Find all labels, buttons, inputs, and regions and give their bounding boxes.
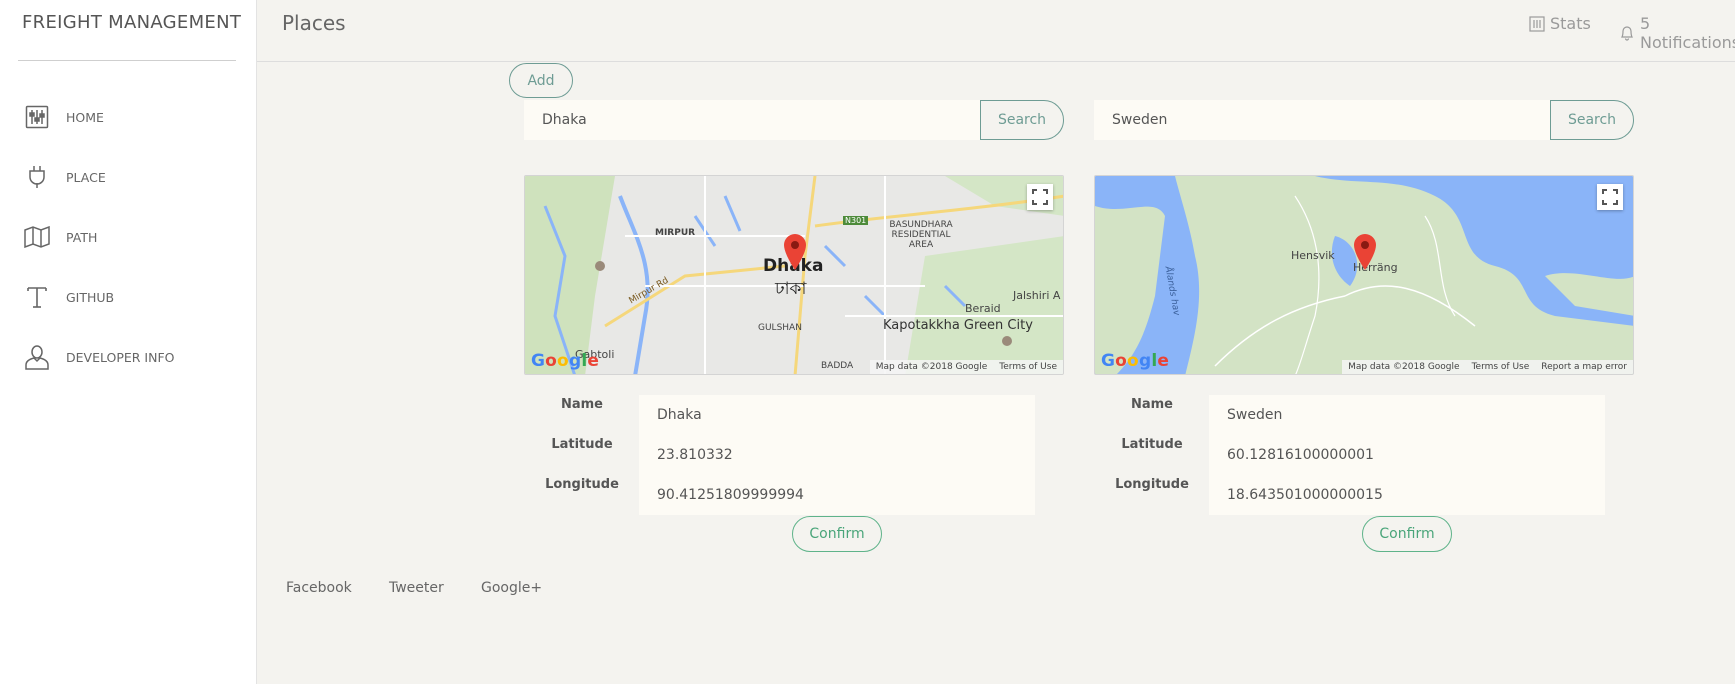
confirm-button[interactable]: Confirm bbox=[1362, 516, 1452, 552]
sidebar-item-label: PATH bbox=[66, 229, 98, 245]
terms-link[interactable]: Terms of Use bbox=[999, 362, 1057, 372]
map-label: MIRPUR bbox=[655, 228, 696, 238]
sidebar-item-developer-info[interactable]: DEVELOPER INFO bbox=[24, 340, 175, 374]
map-label: ঢাকা bbox=[775, 279, 807, 299]
plug-icon bbox=[24, 164, 50, 190]
name-field[interactable]: Dhaka bbox=[639, 395, 1035, 435]
name-field[interactable]: Sweden bbox=[1209, 395, 1605, 435]
longitude-label: Longitude bbox=[1115, 477, 1189, 492]
bell-icon bbox=[1619, 25, 1635, 41]
map-attribution: Map data ©2018 Google Terms of Use bbox=[869, 360, 1063, 374]
map-label: Jalshiri A bbox=[1013, 289, 1061, 302]
longitude-field[interactable]: 90.41251809999994 bbox=[639, 475, 1035, 515]
sidebar-item-path[interactable]: PATH bbox=[24, 220, 97, 254]
latitude-field[interactable]: 60.12816100000001 bbox=[1209, 435, 1605, 475]
search-bar-1: Search bbox=[524, 100, 1064, 140]
map-icon bbox=[24, 224, 50, 250]
map-label: Kapotakkha Green City bbox=[883, 318, 1033, 333]
latitude-label: Latitude bbox=[1121, 437, 1183, 452]
google-logo: Google bbox=[531, 351, 600, 371]
search-button[interactable]: Search bbox=[980, 100, 1064, 140]
sidebar-item-github[interactable]: GITHUB bbox=[24, 280, 114, 314]
fullscreen-icon bbox=[1032, 189, 1048, 205]
text-icon bbox=[24, 284, 50, 310]
fullscreen-button[interactable] bbox=[1597, 184, 1623, 210]
terms-link[interactable]: Terms of Use bbox=[1472, 362, 1530, 372]
footer-link-tweeter[interactable]: Tweeter bbox=[389, 580, 444, 596]
latitude-field[interactable]: 23.810332 bbox=[639, 435, 1035, 475]
sidebar: FREIGHT MANAGEMENT HOME PLACE PATH GITHU… bbox=[0, 0, 257, 684]
name-label: Name bbox=[560, 397, 603, 412]
sliders-icon bbox=[24, 104, 50, 130]
top-bar: Places Stats 5 Notifications bbox=[257, 0, 1735, 62]
main-content: Places Stats 5 Notifications Add Searc bbox=[257, 0, 1735, 684]
longitude-label: Longitude bbox=[545, 477, 619, 492]
google-logo: Google bbox=[1101, 351, 1170, 371]
search-bar-2: Search bbox=[1094, 100, 1634, 140]
stats-link[interactable]: Stats bbox=[1529, 14, 1591, 33]
user-icon bbox=[24, 344, 50, 370]
search-input[interactable] bbox=[524, 100, 980, 140]
sidebar-item-home[interactable]: HOME bbox=[24, 100, 104, 134]
sidebar-item-label: GITHUB bbox=[66, 289, 115, 305]
sidebar-item-label: DEVELOPER INFO bbox=[66, 349, 175, 365]
map-attribution: Map data ©2018 Google Terms of Use Repor… bbox=[1342, 360, 1633, 374]
name-label: Name bbox=[1130, 397, 1173, 412]
stats-label: Stats bbox=[1550, 14, 1591, 33]
longitude-field[interactable]: 18.643501000000015 bbox=[1209, 475, 1605, 515]
stats-icon bbox=[1529, 15, 1545, 32]
page-title: Places bbox=[282, 11, 346, 35]
map-dhaka[interactable]: MIRPUR Dhaka ঢাকা BASUNDHARA RESIDENTIAL… bbox=[524, 175, 1064, 375]
add-button[interactable]: Add bbox=[509, 63, 573, 98]
map-label: Hensvik bbox=[1291, 249, 1335, 262]
map-label: Beraid bbox=[965, 302, 1001, 315]
fullscreen-icon bbox=[1602, 189, 1618, 205]
sidebar-item-label: PLACE bbox=[66, 169, 106, 185]
map-sweden[interactable]: Hensvik Herräng Ålands hav Google Map da… bbox=[1094, 175, 1634, 375]
sidebar-item-place[interactable]: PLACE bbox=[24, 160, 106, 194]
road-badge: N301 bbox=[843, 216, 869, 225]
search-input[interactable] bbox=[1094, 100, 1550, 140]
fullscreen-button[interactable] bbox=[1027, 184, 1053, 210]
brand-title: FREIGHT MANAGEMENT bbox=[22, 12, 242, 33]
brand-divider bbox=[18, 60, 236, 61]
map-pin-icon bbox=[784, 234, 806, 270]
map-data-text: Map data ©2018 Google bbox=[1348, 362, 1460, 372]
map-label: BADDA bbox=[821, 361, 854, 371]
map-data-text: Map data ©2018 Google bbox=[875, 362, 988, 372]
sidebar-item-label: HOME bbox=[66, 109, 104, 125]
notifications-label: 5 Notifications bbox=[1640, 14, 1735, 52]
notifications-link[interactable]: 5 Notifications bbox=[1619, 14, 1735, 52]
footer-link-google-plus[interactable]: Google+ bbox=[481, 580, 542, 596]
latitude-label: Latitude bbox=[551, 437, 613, 452]
map-pin-icon bbox=[1354, 234, 1376, 270]
map-canvas bbox=[1095, 176, 1633, 374]
search-button[interactable]: Search bbox=[1550, 100, 1634, 140]
report-error-link[interactable]: Report a map error bbox=[1541, 362, 1627, 372]
map-label: GULSHAN bbox=[758, 323, 802, 333]
confirm-button[interactable]: Confirm bbox=[792, 516, 882, 552]
map-label: BASUNDHARA RESIDENTIAL AREA bbox=[889, 220, 953, 250]
footer-link-facebook[interactable]: Facebook bbox=[286, 580, 352, 596]
